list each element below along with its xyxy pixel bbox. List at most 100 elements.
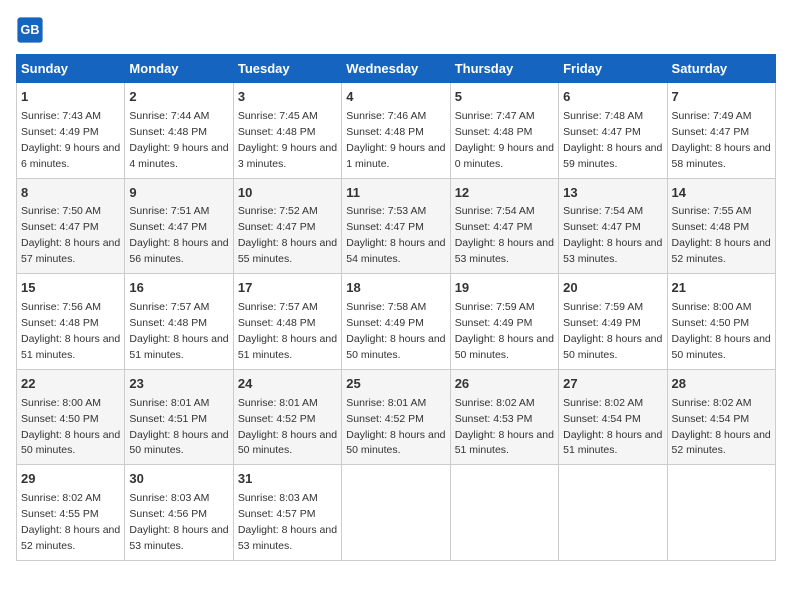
sunrise-text: Sunrise: 8:03 AM [129,492,209,504]
sunset-text: Sunset: 4:49 PM [563,317,641,329]
calendar-cell: 26 Sunrise: 8:02 AM Sunset: 4:53 PM Dayl… [450,369,558,465]
day-number: 4 [346,88,445,107]
calendar-cell: 9 Sunrise: 7:51 AM Sunset: 4:47 PM Dayli… [125,178,233,274]
day-number: 19 [455,279,554,298]
sunset-text: Sunset: 4:56 PM [129,508,207,520]
calendar-body: 1 Sunrise: 7:43 AM Sunset: 4:49 PM Dayli… [17,83,776,561]
day-number: 30 [129,470,228,489]
day-number: 20 [563,279,662,298]
sunrise-text: Sunrise: 8:02 AM [672,397,752,409]
calendar-cell: 10 Sunrise: 7:52 AM Sunset: 4:47 PM Dayl… [233,178,341,274]
calendar-cell: 22 Sunrise: 8:00 AM Sunset: 4:50 PM Dayl… [17,369,125,465]
calendar-cell: 14 Sunrise: 7:55 AM Sunset: 4:48 PM Dayl… [667,178,775,274]
sunrise-text: Sunrise: 7:59 AM [455,301,535,313]
calendar-table: SundayMondayTuesdayWednesdayThursdayFrid… [16,54,776,561]
sunset-text: Sunset: 4:47 PM [346,221,424,233]
sunrise-text: Sunrise: 7:59 AM [563,301,643,313]
sunrise-text: Sunrise: 7:46 AM [346,110,426,122]
day-number: 2 [129,88,228,107]
calendar-cell: 1 Sunrise: 7:43 AM Sunset: 4:49 PM Dayli… [17,83,125,179]
daylight-text: Daylight: 8 hours and 54 minutes. [346,237,445,265]
calendar-cell: 5 Sunrise: 7:47 AM Sunset: 4:48 PM Dayli… [450,83,558,179]
daylight-text: Daylight: 8 hours and 56 minutes. [129,237,228,265]
column-header-sunday: Sunday [17,55,125,83]
calendar-cell: 2 Sunrise: 7:44 AM Sunset: 4:48 PM Dayli… [125,83,233,179]
sunset-text: Sunset: 4:48 PM [129,126,207,138]
calendar-cell: 15 Sunrise: 7:56 AM Sunset: 4:48 PM Dayl… [17,274,125,370]
sunrise-text: Sunrise: 7:54 AM [563,205,643,217]
column-header-saturday: Saturday [667,55,775,83]
sunset-text: Sunset: 4:48 PM [238,317,316,329]
svg-text:GB: GB [21,23,40,37]
day-number: 9 [129,184,228,203]
daylight-text: Daylight: 8 hours and 52 minutes. [672,429,771,457]
sunset-text: Sunset: 4:50 PM [672,317,750,329]
day-number: 29 [21,470,120,489]
column-header-friday: Friday [559,55,667,83]
daylight-text: Daylight: 9 hours and 0 minutes. [455,142,554,170]
sunrise-text: Sunrise: 7:52 AM [238,205,318,217]
day-number: 27 [563,375,662,394]
day-number: 13 [563,184,662,203]
sunset-text: Sunset: 4:52 PM [238,413,316,425]
calendar-cell: 29 Sunrise: 8:02 AM Sunset: 4:55 PM Dayl… [17,465,125,561]
daylight-text: Daylight: 8 hours and 53 minutes. [563,237,662,265]
calendar-cell: 8 Sunrise: 7:50 AM Sunset: 4:47 PM Dayli… [17,178,125,274]
calendar-cell: 3 Sunrise: 7:45 AM Sunset: 4:48 PM Dayli… [233,83,341,179]
calendar-cell: 13 Sunrise: 7:54 AM Sunset: 4:47 PM Dayl… [559,178,667,274]
day-number: 12 [455,184,554,203]
sunrise-text: Sunrise: 8:01 AM [238,397,318,409]
day-number: 25 [346,375,445,394]
calendar-cell [450,465,558,561]
daylight-text: Daylight: 8 hours and 50 minutes. [346,333,445,361]
sunset-text: Sunset: 4:48 PM [21,317,99,329]
sunset-text: Sunset: 4:47 PM [455,221,533,233]
calendar-cell: 17 Sunrise: 7:57 AM Sunset: 4:48 PM Dayl… [233,274,341,370]
sunset-text: Sunset: 4:48 PM [672,221,750,233]
calendar-cell: 19 Sunrise: 7:59 AM Sunset: 4:49 PM Dayl… [450,274,558,370]
day-number: 7 [672,88,771,107]
calendar-week-row: 1 Sunrise: 7:43 AM Sunset: 4:49 PM Dayli… [17,83,776,179]
calendar-cell: 23 Sunrise: 8:01 AM Sunset: 4:51 PM Dayl… [125,369,233,465]
sunrise-text: Sunrise: 8:03 AM [238,492,318,504]
calendar-cell: 16 Sunrise: 7:57 AM Sunset: 4:48 PM Dayl… [125,274,233,370]
daylight-text: Daylight: 9 hours and 3 minutes. [238,142,337,170]
sunset-text: Sunset: 4:54 PM [672,413,750,425]
logo: GB [16,16,48,44]
sunrise-text: Sunrise: 7:57 AM [238,301,318,313]
sunset-text: Sunset: 4:48 PM [238,126,316,138]
day-number: 5 [455,88,554,107]
day-number: 1 [21,88,120,107]
day-number: 6 [563,88,662,107]
day-number: 14 [672,184,771,203]
daylight-text: Daylight: 8 hours and 51 minutes. [563,429,662,457]
daylight-text: Daylight: 8 hours and 53 minutes. [129,524,228,552]
calendar-cell [342,465,450,561]
day-number: 23 [129,375,228,394]
sunset-text: Sunset: 4:51 PM [129,413,207,425]
calendar-cell [667,465,775,561]
daylight-text: Daylight: 8 hours and 50 minutes. [21,429,120,457]
sunrise-text: Sunrise: 7:44 AM [129,110,209,122]
day-number: 15 [21,279,120,298]
sunrise-text: Sunrise: 7:48 AM [563,110,643,122]
daylight-text: Daylight: 8 hours and 50 minutes. [129,429,228,457]
day-number: 3 [238,88,337,107]
calendar-cell: 4 Sunrise: 7:46 AM Sunset: 4:48 PM Dayli… [342,83,450,179]
sunrise-text: Sunrise: 7:55 AM [672,205,752,217]
day-number: 8 [21,184,120,203]
calendar-cell: 18 Sunrise: 7:58 AM Sunset: 4:49 PM Dayl… [342,274,450,370]
calendar-cell: 7 Sunrise: 7:49 AM Sunset: 4:47 PM Dayli… [667,83,775,179]
daylight-text: Daylight: 9 hours and 1 minute. [346,142,445,170]
calendar-cell: 6 Sunrise: 7:48 AM Sunset: 4:47 PM Dayli… [559,83,667,179]
sunset-text: Sunset: 4:47 PM [563,126,641,138]
sunrise-text: Sunrise: 8:02 AM [21,492,101,504]
column-header-thursday: Thursday [450,55,558,83]
daylight-text: Daylight: 9 hours and 6 minutes. [21,142,120,170]
sunset-text: Sunset: 4:48 PM [455,126,533,138]
sunrise-text: Sunrise: 8:00 AM [672,301,752,313]
sunrise-text: Sunrise: 8:02 AM [455,397,535,409]
sunrise-text: Sunrise: 7:54 AM [455,205,535,217]
sunrise-text: Sunrise: 8:01 AM [346,397,426,409]
daylight-text: Daylight: 8 hours and 50 minutes. [238,429,337,457]
